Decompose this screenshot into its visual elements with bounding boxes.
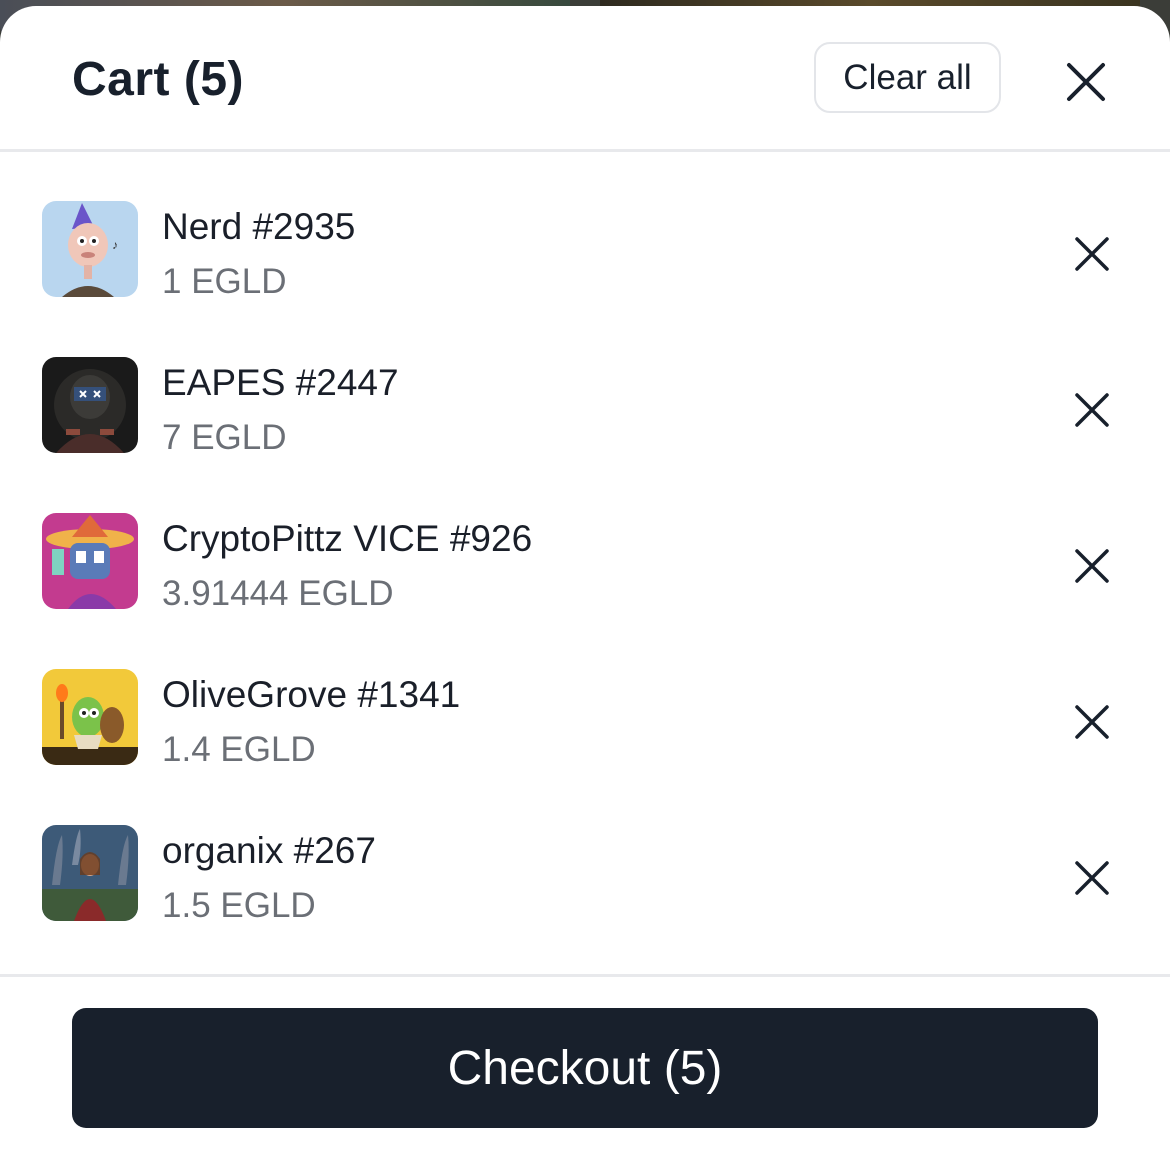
svg-text:♪: ♪ bbox=[112, 238, 118, 252]
nft-thumbnail bbox=[42, 513, 138, 609]
close-icon bbox=[1075, 705, 1109, 739]
close-icon bbox=[1075, 549, 1109, 583]
remove-item-button[interactable] bbox=[1072, 234, 1112, 274]
nft-thumbnail: ♪ bbox=[42, 201, 138, 297]
nft-thumbnail bbox=[42, 669, 138, 765]
close-icon bbox=[1075, 237, 1109, 271]
item-name: EAPES #2447 bbox=[162, 362, 399, 403]
cart-header: Cart (5) Clear all bbox=[0, 6, 1170, 152]
item-name: OliveGrove #1341 bbox=[162, 674, 461, 715]
remove-item-button[interactable] bbox=[1072, 702, 1112, 742]
checkout-button[interactable]: Checkout (5) bbox=[72, 1008, 1098, 1128]
item-price: 1 EGLD bbox=[162, 262, 287, 301]
cart-item: CryptoPittz VICE #926 3.91444 EGLD bbox=[0, 468, 1170, 624]
item-name: CryptoPittz VICE #926 bbox=[162, 518, 533, 559]
cart-item: EAPES #2447 7 EGLD bbox=[0, 312, 1170, 468]
close-icon bbox=[1067, 63, 1105, 101]
close-cart-button[interactable] bbox=[1062, 58, 1110, 106]
cart-item: organix #267 1.5 EGLD bbox=[0, 780, 1170, 936]
item-price: 1.4 EGLD bbox=[162, 730, 316, 769]
cart-sheet: Cart (5) Clear all ♪ Nerd #2935 1 EGLD E… bbox=[0, 6, 1170, 1164]
remove-item-button[interactable] bbox=[1072, 390, 1112, 430]
close-icon bbox=[1075, 393, 1109, 427]
remove-item-button[interactable] bbox=[1072, 546, 1112, 586]
item-name: Nerd #2935 bbox=[162, 206, 356, 247]
item-price: 3.91444 EGLD bbox=[162, 574, 394, 613]
item-price: 7 EGLD bbox=[162, 418, 287, 457]
nft-thumbnail bbox=[42, 357, 138, 453]
clear-all-button[interactable]: Clear all bbox=[814, 42, 1001, 113]
item-name: organix #267 bbox=[162, 830, 376, 871]
remove-item-button[interactable] bbox=[1072, 858, 1112, 898]
cart-title: Cart (5) bbox=[72, 53, 245, 106]
footer-divider bbox=[0, 974, 1170, 977]
cart-item: OliveGrove #1341 1.4 EGLD bbox=[0, 624, 1170, 780]
item-price: 1.5 EGLD bbox=[162, 886, 316, 925]
cart-item-list: ♪ Nerd #2935 1 EGLD EAPES #2447 7 EGLD C… bbox=[0, 156, 1170, 936]
close-icon bbox=[1075, 861, 1109, 895]
cart-item: ♪ Nerd #2935 1 EGLD bbox=[0, 156, 1170, 312]
nft-thumbnail bbox=[42, 825, 138, 921]
